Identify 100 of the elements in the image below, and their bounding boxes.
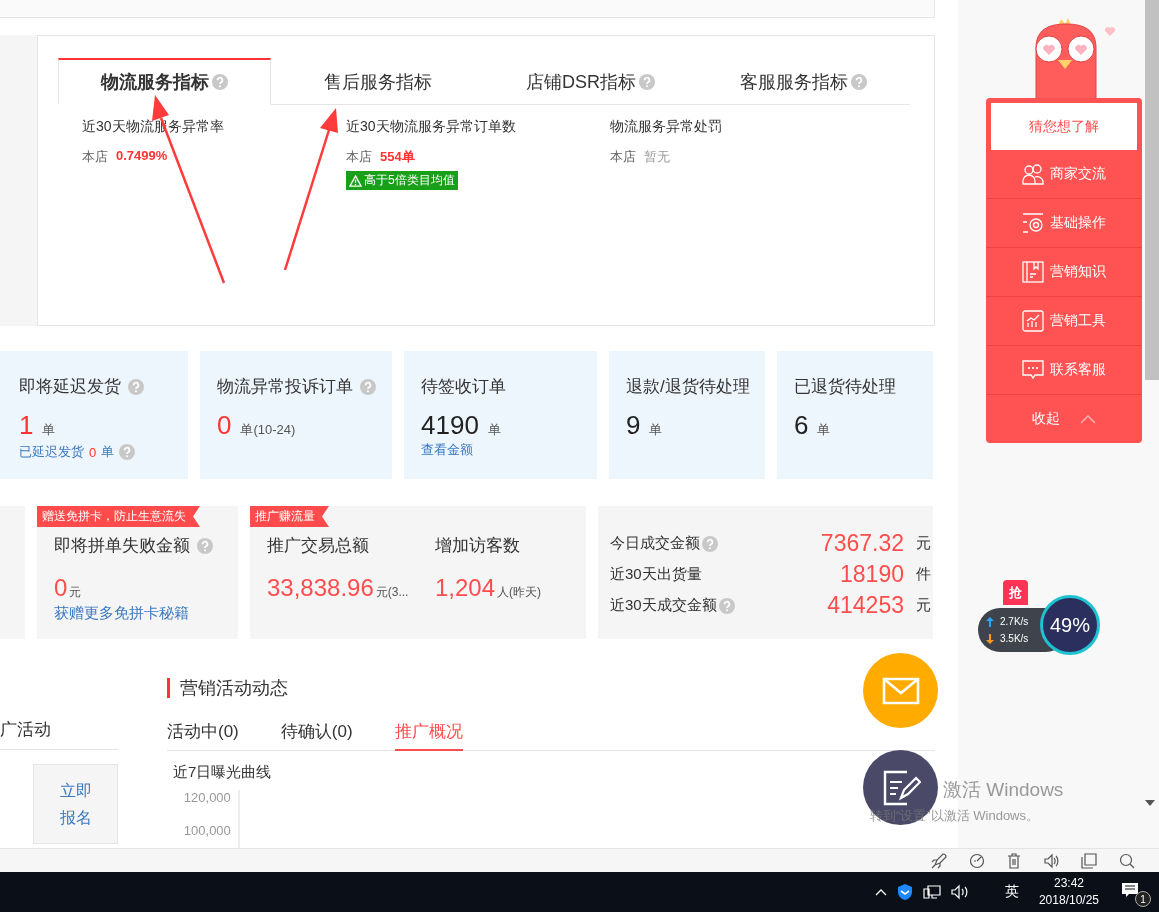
metric-title: 物流服务异常处罚: [610, 118, 723, 136]
caret-up-icon: [1080, 414, 1096, 424]
stat-unit: 元: [916, 534, 931, 553]
clock-time[interactable]: 23:42: [1053, 875, 1084, 892]
section-title: 广活动: [0, 718, 118, 750]
chart-title: 近7日曝光曲线: [173, 763, 273, 782]
chat-icon: [1022, 360, 1044, 380]
warning-icon: [349, 174, 362, 187]
stat-label: 近30天出货量: [610, 565, 702, 584]
order-count[interactable]: 9: [626, 410, 641, 441]
order-count[interactable]: 6: [794, 410, 809, 441]
axis-tick-label: 100,000: [183, 823, 231, 838]
cpu-usage: 49%: [1050, 613, 1090, 637]
speedometer-icon[interactable]: [969, 852, 985, 869]
volume-icon[interactable]: [950, 884, 969, 900]
gear-icon: [1022, 212, 1044, 234]
metric-value: 554单: [380, 148, 415, 166]
activity-tab[interactable]: 推广概况: [394, 720, 463, 751]
tab-label[interactable]: 售后服务指标: [323, 70, 432, 94]
promo-ribbon: 推广赚流量: [250, 506, 329, 527]
order-count[interactable]: 1: [19, 410, 34, 441]
upload-speed: 2.7K/s: [1000, 616, 1029, 627]
collapse-button[interactable]: 收起: [986, 395, 1142, 443]
people-icon: [1022, 163, 1044, 185]
scroll-down-icon[interactable]: [1145, 800, 1155, 806]
metric-tab[interactable]: 物流服务指标: [58, 58, 271, 105]
detail-count[interactable]: 0: [89, 444, 97, 460]
menu-item-label[interactable]: 联系客服: [1050, 361, 1106, 379]
stat-unit: 件: [916, 565, 931, 584]
metric-label: 本店: [346, 148, 372, 166]
metric-title: 近30天物流服务异常订单数: [346, 118, 517, 136]
menu-header: 猜您想了解: [991, 103, 1137, 150]
view-amount-link[interactable]: 查看金额: [421, 441, 597, 459]
metric-value: 0.7499%: [116, 148, 168, 165]
stat-value: 414253: [826, 592, 904, 619]
notification-icon[interactable]: [1121, 882, 1139, 898]
count-unit: 单: [649, 421, 663, 439]
help-menu-item[interactable]: 基础操作: [986, 199, 1142, 248]
detail-label[interactable]: 已延迟发货: [19, 443, 84, 461]
free-card-link[interactable]: 获赠更多免拼卡秘籍: [54, 604, 238, 623]
stat-value: 33,838.96: [267, 574, 374, 602]
network-icon[interactable]: [922, 884, 941, 900]
order-count[interactable]: 4190: [421, 410, 479, 441]
download-arrow-icon: [986, 633, 994, 644]
rocket-icon[interactable]: [931, 852, 947, 869]
tab-label[interactable]: 客服服务指标: [740, 70, 848, 94]
amount-unit: 元: [69, 584, 82, 601]
menu-item-label[interactable]: 基础操作: [1050, 214, 1106, 232]
warning-text: 高于5倍类目均值: [364, 172, 455, 189]
scrollbar-thumb[interactable]: [1145, 0, 1159, 380]
activation-title: 激活 Windows: [943, 778, 1064, 802]
window-icon[interactable]: [1081, 852, 1097, 869]
count-unit: 单: [487, 421, 501, 439]
help-menu-item[interactable]: 商家交流: [986, 150, 1142, 199]
metric-tab[interactable]: 客服服务指标: [697, 58, 910, 105]
menu-item-label[interactable]: 营销知识: [1050, 263, 1106, 281]
speaker-icon[interactable]: [1043, 852, 1059, 869]
trash-icon[interactable]: [1007, 852, 1021, 869]
stat-unit: 元(3...: [375, 584, 409, 601]
stat-unit: 元: [916, 596, 931, 615]
activity-tab[interactable]: 待确认(0): [280, 720, 353, 751]
tab-label[interactable]: 店铺DSR指标: [526, 70, 636, 94]
help-menu-item[interactable]: 联系客服: [986, 346, 1142, 395]
stat-label: 推广交易总额: [267, 535, 369, 557]
card-title: 已退货待处理: [794, 376, 896, 398]
menu-item-label[interactable]: 营销工具: [1050, 312, 1106, 330]
help-menu-item[interactable]: 营销知识: [986, 248, 1142, 297]
help-menu-item[interactable]: 营销工具: [986, 297, 1142, 346]
stat-label: 近30天成交金额: [610, 596, 717, 615]
card-title: 待签收订单: [421, 376, 506, 398]
stat-label: 增加访客数: [435, 535, 520, 557]
envelope-icon: [881, 676, 920, 705]
book-icon: [1022, 261, 1044, 283]
chevron-up-icon[interactable]: [874, 888, 887, 896]
stat-value: 7367.32: [819, 530, 904, 557]
order-count[interactable]: 0: [217, 410, 232, 441]
metric-label: 本店: [82, 148, 108, 166]
menu-item-label[interactable]: 商家交流: [1050, 165, 1106, 183]
search-icon[interactable]: [1119, 852, 1135, 869]
axis-tick-label: 120,000: [183, 790, 231, 805]
detail-unit: 单: [101, 443, 115, 461]
input-method-indicator[interactable]: 英: [1004, 883, 1019, 901]
network-monitor-widget[interactable]: 抢 2.7K/s 3.5K/s 49%: [978, 580, 1110, 670]
promo-tag[interactable]: 抢: [1003, 580, 1028, 605]
tab-label[interactable]: 物流服务指标: [101, 70, 209, 94]
download-speed: 3.5K/s: [1000, 633, 1029, 644]
activity-tab[interactable]: 活动中(0): [167, 720, 239, 751]
card-title: 退款/退货待处理: [626, 376, 750, 398]
count-unit: 单: [42, 421, 56, 439]
metric-tab[interactable]: 店铺DSR指标: [484, 58, 697, 105]
chart-icon: [1022, 310, 1044, 332]
metric-tab[interactable]: 售后服务指标: [271, 58, 484, 105]
card-title: 即将拼单失败金额: [54, 535, 190, 557]
shield-icon[interactable]: [896, 883, 913, 901]
clock-date[interactable]: 2018/10/25: [1038, 892, 1099, 909]
metric-label: 本店: [610, 148, 636, 166]
stat-unit: 人(昨天): [497, 584, 542, 601]
signup-link[interactable]: 立即报名: [57, 777, 94, 831]
stat-label: 今日成交金额: [610, 534, 700, 553]
stat-value: 1,204: [435, 574, 496, 602]
